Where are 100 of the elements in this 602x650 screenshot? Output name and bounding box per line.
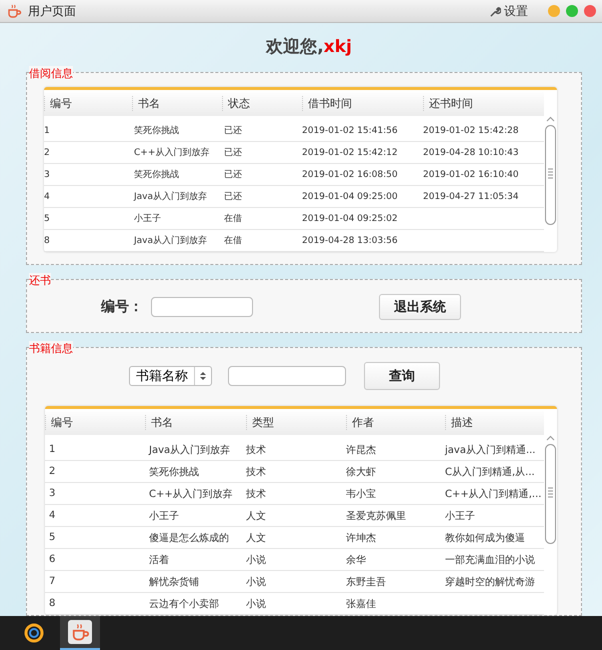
column-header[interactable]: 书名 [132, 96, 222, 110]
table-cell-text: Java从入门到放弃 [148, 444, 232, 456]
table-cell-text: 韦小宝 [346, 488, 377, 500]
table-cell-text: 2019-04-28 13:03:56 [302, 236, 399, 246]
column-header[interactable]: 编号 [45, 414, 145, 430]
table-cell-text: 1 [48, 444, 56, 455]
scrollbar-thumb[interactable] [545, 125, 556, 225]
table-cell-text: 3 [48, 488, 56, 499]
table-cell-text: C++从入门到放弃 [148, 488, 234, 500]
search-type-dropdown[interactable]: 书籍名称 [129, 366, 212, 386]
table-cell-text: 2 [44, 148, 51, 158]
column-header[interactable]: 状态 [222, 96, 302, 110]
table-cell-text: 许坤杰 [346, 532, 377, 544]
column-header[interactable]: 借书时间 [302, 96, 423, 110]
table-row[interactable]: 3 C++从入门到放弃 技术 韦小宝 C++从入门到精通,... [45, 483, 544, 505]
table-cell-text: java从入门到精通... [445, 444, 536, 456]
table-row[interactable]: 4 小王子 人文 圣爱克苏佩里 小王子 [45, 505, 544, 527]
id-label: 编号： [101, 298, 143, 316]
close-button[interactable] [584, 5, 596, 17]
table-cell-text: 2019-01-04 09:25:00 [302, 192, 399, 202]
table-cell-text: 2019-01-02 15:41:56 [302, 126, 399, 136]
table-cell-text: 技术 [246, 444, 267, 456]
table-cell-text: 技术 [246, 466, 267, 478]
table-cell-text: 笑死你挑战 [148, 466, 200, 478]
table-cell-text: 在借 [223, 234, 243, 247]
panel-title: 借阅信息 [29, 66, 73, 81]
table-cell-text: 2 [48, 466, 56, 477]
table-cell-text: 教你如何成为傻逼 [445, 532, 526, 544]
table-row[interactable]: 8 云边有个小卖部 小说 张嘉佳 [45, 593, 544, 615]
table-cell-text: 4 [48, 510, 56, 521]
table-cell-text: 3 [44, 170, 51, 180]
coffee-cup-icon [6, 3, 22, 19]
table-row[interactable]: 1 Java从入门到放弃 技术 许昆杰 java从入门到精通... [45, 439, 544, 461]
column-header[interactable]: 描述 [445, 414, 544, 430]
exit-system-button[interactable]: 退出系统 [379, 294, 461, 320]
table-cell-text: Java从入门到放弃 [132, 190, 208, 203]
table-row[interactable]: 5 傻逼是怎么炼成的 人文 许坤杰 教你如何成为傻逼 [45, 527, 544, 549]
table-cell-text: 已还 [223, 168, 243, 181]
table-row[interactable]: 2 笑死你挑战 技术 徐大虾 C从入门到精通,从... [45, 461, 544, 483]
table-row[interactable]: 7 解忧杂货铺 小说 东野圭吾 穿越时空的解忧奇游 [45, 571, 544, 593]
table-cell-text: 6 [48, 554, 56, 565]
table-cell-text: 小说 [246, 554, 267, 566]
panel-title: 还书 [29, 273, 51, 288]
table-cell-text: 小王子 [148, 510, 180, 522]
table-row[interactable]: 4 Java从入门到放弃 已还 2019-01-04 09:25:00 2019-04-27 11:05:34 [44, 186, 544, 208]
table-cell-text: 小王子 [133, 212, 162, 225]
table-cell-text: 徐大虾 [346, 466, 377, 478]
search-input-field[interactable] [228, 366, 346, 386]
welcome-message: 欢迎您,xkj [264, 36, 353, 58]
table-cell-text: 在借 [223, 212, 243, 225]
minimize-button[interactable] [548, 5, 560, 17]
table-row[interactable]: 8 Java从入门到放弃 在借 2019-04-28 13:03:56 [44, 230, 544, 252]
panel-title: 书籍信息 [29, 341, 73, 356]
column-header[interactable]: 还书时间 [423, 96, 544, 110]
table-cell-text: 云边有个小卖部 [148, 598, 220, 610]
table-cell-text: 小王子 [445, 510, 476, 522]
ring-logo-icon [23, 621, 45, 643]
table-cell-text: 2019-01-02 15:42:12 [302, 148, 399, 158]
table-cell-text: 笑死你挑战 [133, 124, 180, 137]
window-title: 用户页面 [28, 2, 77, 20]
column-header[interactable]: 编号 [44, 96, 132, 110]
table-row[interactable]: 2 C++从入门到放弃 已还 2019-01-02 15:42:12 2019-04-28 10:10:43 [44, 142, 544, 164]
column-header[interactable]: 作者 [346, 414, 445, 430]
maximize-button[interactable] [566, 5, 578, 17]
table-cell-text: 2019-01-04 09:25:02 [302, 214, 399, 224]
table-cell-text: 解忧杂货铺 [148, 576, 200, 588]
table-cell-text: C从入门到精通,从... [445, 466, 536, 478]
table-cell-text: 小说 [246, 576, 267, 588]
id-input-field[interactable] [151, 297, 253, 317]
table-cell-text: 技术 [246, 488, 267, 500]
settings-button[interactable]: 设置 [490, 2, 528, 20]
table-cell-text: 8 [48, 598, 56, 609]
taskbar-app-button[interactable] [60, 616, 100, 650]
table-cell-text: 2019-01-02 16:08:50 [302, 170, 399, 180]
table-cell-text: 人文 [246, 510, 267, 522]
table-cell-text: 张嘉佳 [346, 598, 377, 610]
table-cell-text: 5 [44, 214, 51, 224]
coffee-cup-icon [70, 622, 90, 642]
table-row[interactable]: 3 笑死你挑战 已还 2019-01-02 16:08:50 2019-01-02 16:10:40 [44, 164, 544, 186]
table-cell-text: 2019-04-28 10:10:43 [423, 148, 520, 158]
scrollbar-thumb[interactable] [545, 444, 556, 544]
table-cell-text: 圣爱克苏佩里 [346, 510, 407, 522]
table-cell-text: 傻逼是怎么炼成的 [148, 532, 230, 544]
table-cell-text: 许昆杰 [346, 444, 377, 456]
table-cell-text: 8 [44, 236, 51, 246]
table-cell-text: 2019-04-27 11:05:34 [423, 192, 520, 202]
table-cell-text: 一部充满血泪的小说 [445, 554, 536, 566]
table-cell-text: 7 [48, 576, 56, 587]
column-header[interactable]: 类型 [246, 414, 346, 430]
scroll-up-icon[interactable] [546, 116, 555, 122]
table-cell-text: 2019-01-02 16:10:40 [423, 170, 520, 180]
scroll-up-icon[interactable] [546, 435, 555, 441]
table-row[interactable]: 5 小王子 在借 2019-01-04 09:25:02 [44, 208, 544, 230]
table-row[interactable]: 1 笑死你挑战 已还 2019-01-02 15:41:56 2019-01-02 15:42:28 [44, 120, 544, 142]
table-row[interactable]: 6 活着 小说 余华 一部充满血泪的小说 [45, 549, 544, 571]
table-cell-text: 4 [44, 192, 51, 202]
column-header[interactable]: 书名 [145, 414, 246, 430]
query-button[interactable]: 查询 [364, 362, 440, 390]
table-cell-text: 已还 [223, 124, 243, 137]
table-cell-text: 5 [48, 532, 56, 543]
